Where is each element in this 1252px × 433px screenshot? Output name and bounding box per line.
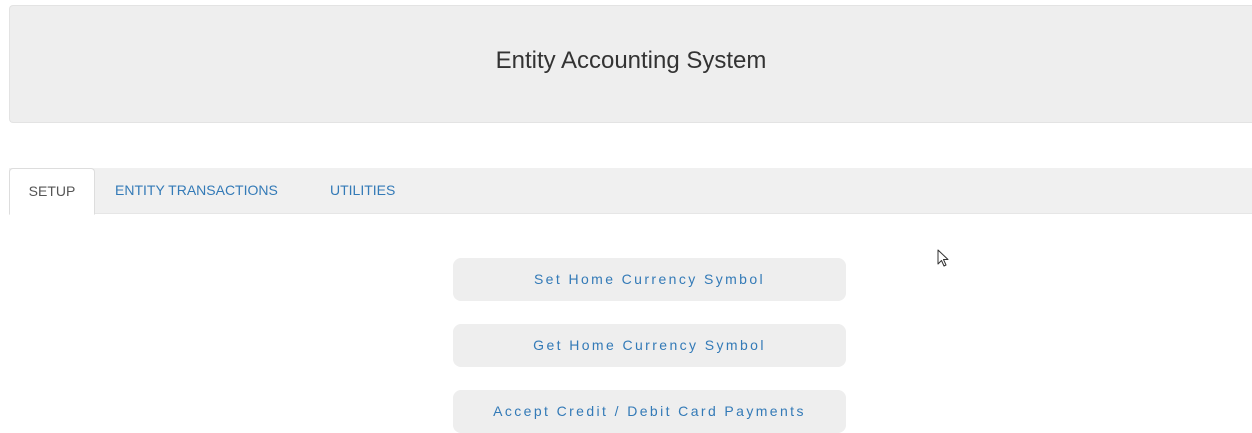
app-header: Entity Accounting System — [9, 5, 1252, 123]
accept-card-payments-button[interactable]: Accept Credit / Debit Card Payments — [453, 390, 846, 433]
tab-bar: SETUP ENTITY TRANSACTIONS UTILITIES — [9, 168, 1252, 215]
page-title: Entity Accounting System — [495, 47, 767, 74]
set-home-currency-symbol-button[interactable]: Set Home Currency Symbol — [453, 258, 846, 301]
tab-entity-transactions[interactable]: ENTITY TRANSACTIONS — [99, 168, 294, 214]
tab-utilities[interactable]: UTILITIES — [314, 168, 411, 214]
tab-setup[interactable]: SETUP — [9, 168, 95, 215]
mouse-pointer-icon — [937, 249, 949, 267]
get-home-currency-symbol-button[interactable]: Get Home Currency Symbol — [453, 324, 846, 367]
